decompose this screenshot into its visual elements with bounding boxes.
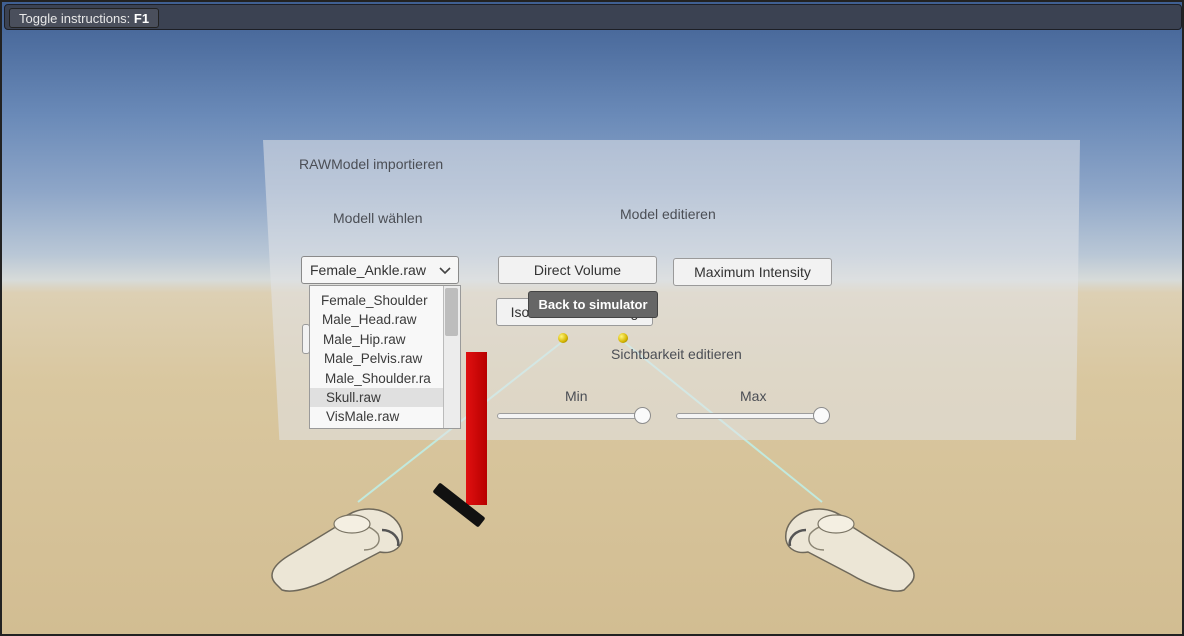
right-pointer-dot — [618, 333, 628, 343]
direct-volume-button[interactable]: Direct Volume — [498, 256, 657, 284]
min-slider-knob[interactable] — [634, 407, 651, 424]
dropdown-option[interactable]: Male_Pelvis.raw — [310, 349, 459, 368]
red-pillar — [466, 352, 487, 505]
back-to-simulator-button[interactable]: Back to simulator — [528, 291, 658, 318]
visibility-label: Sichtbarkeit editieren — [611, 346, 742, 362]
dropdown-option[interactable]: Male_Hip.raw — [310, 330, 458, 349]
left-pointer-dot — [558, 333, 568, 343]
dropdown-option[interactable]: VisMale.raw — [310, 407, 460, 426]
model-choose-label: Modell wählen — [333, 210, 423, 226]
dropdown-option[interactable]: Female_Shoulder — [310, 291, 456, 310]
min-slider-track[interactable] — [497, 413, 649, 419]
dropdown-scroll-thumb[interactable] — [445, 288, 458, 336]
panel-title: RAWModel importieren — [299, 156, 444, 172]
dropdown-list[interactable]: Female_Shoulder Male_Head.raw Male_Hip.r… — [309, 285, 461, 429]
vr-controller-icon — [785, 508, 915, 592]
vr-controller-icon — [271, 508, 403, 592]
dropdown-option-highlighted[interactable]: Skull.raw — [310, 388, 460, 407]
model-edit-label: Model editieren — [620, 206, 716, 222]
max-slider-track[interactable] — [676, 413, 830, 419]
dropdown-option[interactable]: Male_Shoulder.ra — [310, 369, 460, 388]
dropdown-option[interactable]: Male_Head.raw — [310, 310, 457, 329]
dropdown-scrollbar[interactable] — [443, 286, 460, 428]
max-label: Max — [740, 388, 767, 404]
max-slider-knob[interactable] — [813, 407, 830, 424]
model-dropdown[interactable]: Female_Ankle.raw — [301, 256, 459, 284]
hidden-button-edge[interactable] — [302, 324, 310, 354]
dropdown-selected: Female_Ankle.raw — [310, 262, 426, 278]
min-label: Min — [565, 388, 588, 404]
vr-scene: Toggle instructions: F1 RAWModel importi… — [0, 0, 1184, 636]
maximum-intensity-button[interactable]: Maximum Intensity — [673, 258, 832, 286]
